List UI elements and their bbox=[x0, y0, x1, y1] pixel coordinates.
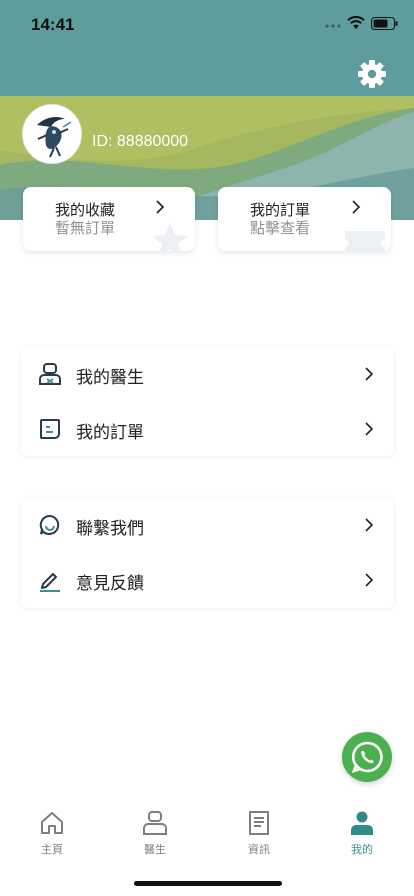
menu-item-my-orders[interactable]: 我的訂單 bbox=[21, 402, 394, 456]
chevron-right-icon bbox=[365, 367, 374, 381]
chevron-right-icon bbox=[365, 573, 374, 587]
tab-profile[interactable]: 我的 bbox=[332, 810, 392, 858]
tab-doctors[interactable]: 醫生 bbox=[125, 810, 185, 858]
news-icon bbox=[249, 811, 269, 835]
home-icon bbox=[41, 812, 63, 834]
home-indicator bbox=[134, 881, 282, 886]
menu-group-support: 聯繫我們 意見反饋 bbox=[21, 498, 394, 608]
pen-icon bbox=[40, 573, 60, 592]
chevron-right-icon bbox=[365, 422, 374, 436]
ticket-decoration-icon bbox=[345, 231, 385, 251]
star-decoration-icon bbox=[152, 223, 188, 251]
settings-gear-icon[interactable] bbox=[355, 57, 389, 91]
chat-icon bbox=[39, 514, 60, 535]
chevron-right-icon bbox=[156, 200, 165, 214]
chevron-right-icon bbox=[352, 200, 361, 214]
whatsapp-button[interactable] bbox=[342, 732, 392, 782]
tab-doctors-label: 醫生 bbox=[144, 844, 166, 856]
menu-item-contact-us[interactable]: 聯繫我們 bbox=[21, 498, 394, 552]
battery-icon bbox=[371, 17, 398, 30]
tab-news[interactable]: 資訊 bbox=[229, 810, 289, 858]
orders-card[interactable]: 我的訂單 點擊查看 bbox=[218, 187, 391, 251]
favorites-card[interactable]: 我的收藏 暫無訂單 bbox=[23, 187, 195, 251]
status-bar: 14:41 bbox=[0, 0, 414, 50]
menu-item-contact-us-label: 聯繫我們 bbox=[76, 519, 144, 538]
avatar-illustration bbox=[23, 105, 81, 163]
doctor-icon bbox=[143, 811, 167, 835]
favorites-card-subtitle: 暫無訂單 bbox=[55, 220, 116, 237]
menu-item-feedback[interactable]: 意見反饋 bbox=[21, 553, 394, 607]
tab-home-label: 主頁 bbox=[41, 844, 63, 856]
chevron-right-icon bbox=[365, 518, 374, 532]
status-time: 14:41 bbox=[31, 15, 75, 34]
signal-dots-icon bbox=[325, 24, 341, 28]
wifi-icon bbox=[347, 16, 365, 29]
avatar[interactable] bbox=[22, 104, 82, 164]
menu-item-feedback-label: 意見反饋 bbox=[76, 574, 144, 593]
orders-card-subtitle: 點擊查看 bbox=[250, 220, 311, 237]
order-icon bbox=[40, 419, 60, 439]
whatsapp-icon bbox=[351, 741, 383, 774]
tab-news-label: 資訊 bbox=[248, 844, 270, 856]
doctor-icon bbox=[39, 363, 61, 385]
menu-item-my-orders-label: 我的訂單 bbox=[76, 423, 144, 442]
menu-item-my-doctor-label: 我的醫生 bbox=[76, 368, 144, 387]
menu-group-services: 我的醫生 我的訂單 bbox=[21, 347, 394, 456]
menu-item-my-doctor[interactable]: 我的醫生 bbox=[21, 347, 394, 401]
tab-home[interactable]: 主頁 bbox=[22, 810, 82, 858]
user-id: ID: 88880000 bbox=[92, 133, 189, 150]
tab-profile-label: 我的 bbox=[351, 844, 373, 856]
user-icon bbox=[351, 811, 373, 835]
